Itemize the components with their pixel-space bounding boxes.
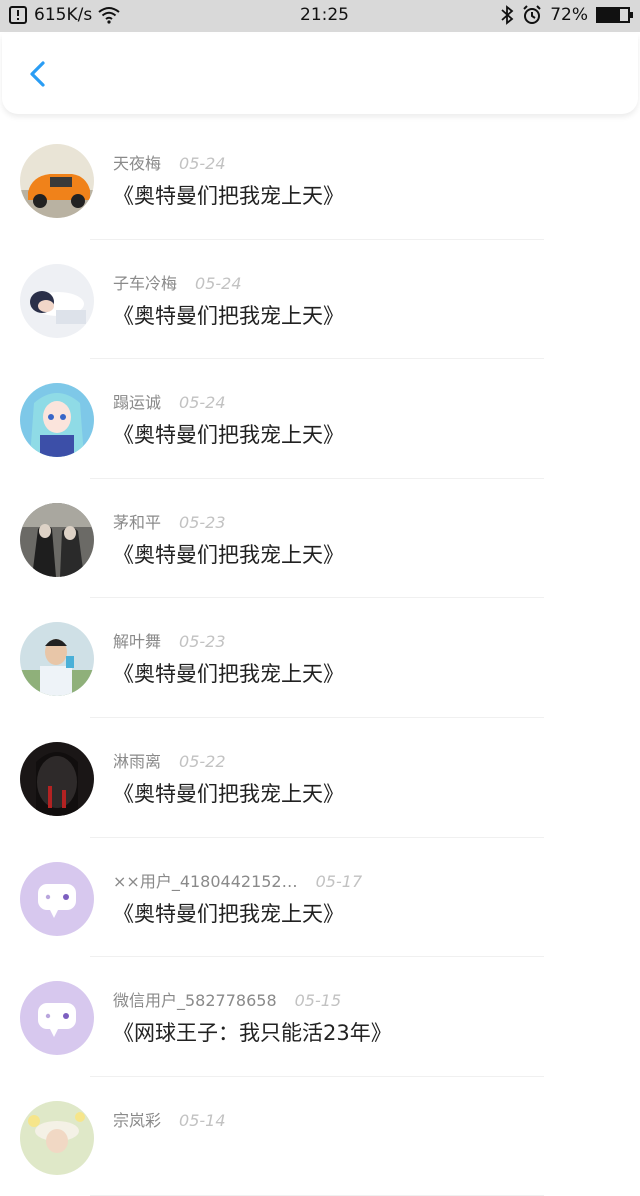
comment-meta: 茅和平 05-23 — [113, 509, 226, 533]
bluetooth-icon — [501, 5, 514, 25]
battery-percent: 72% — [550, 5, 588, 25]
book-title[interactable]: 《奥特曼们把我宠上天》 — [113, 778, 344, 808]
comment-meta: 宗岚彩 05-14 — [113, 1107, 226, 1131]
book-title[interactable]: 《奥特曼们把我宠上天》 — [113, 180, 344, 210]
user-name[interactable]: 微信用户_582778658 — [113, 991, 277, 1010]
avatar[interactable] — [20, 144, 94, 218]
top-nav — [2, 34, 638, 114]
book-title[interactable]: 《网球王子：我只能活23年》 — [113, 1017, 392, 1047]
user-name[interactable]: 子车冷梅 — [113, 274, 177, 293]
comment-date: 05-17 — [315, 871, 363, 891]
comment-item[interactable]: ××用户_4180442152… 05-17 《奥特曼们把我宠上天》 — [0, 838, 640, 958]
battery-icon — [596, 7, 633, 23]
comment-date: 05-24 — [195, 273, 242, 293]
user-name[interactable]: 淋雨离 — [113, 752, 161, 771]
clock: 21:25 — [300, 5, 349, 25]
alarm-icon — [523, 5, 541, 24]
comment-meta: 子车冷梅 05-24 — [113, 270, 242, 294]
comment-meta: 淋雨离 05-22 — [113, 748, 226, 772]
book-title[interactable]: 《奥特曼们把我宠上天》 — [113, 300, 344, 330]
user-name[interactable]: 天夜梅 — [113, 154, 161, 173]
avatar[interactable] — [20, 741, 94, 816]
comment-date: 05-15 — [294, 991, 342, 1011]
comment-meta: 蹋运诚 05-24 — [113, 389, 226, 413]
comment-date: 05-22 — [179, 751, 226, 771]
comment-item[interactable]: 解叶舞 05-23 《奥特曼们把我宠上天》 — [0, 598, 640, 718]
comment-meta: 解叶舞 05-23 — [113, 628, 226, 652]
comment-date: 05-23 — [179, 632, 226, 652]
network-speed: 615K/s — [34, 5, 93, 25]
avatar[interactable] — [20, 981, 94, 1056]
user-name[interactable]: ××用户_4180442152… — [113, 872, 298, 891]
back-button[interactable] — [22, 58, 54, 90]
wifi-icon — [98, 7, 120, 24]
comment-item[interactable]: 蹋运诚 05-24 《奥特曼们把我宠上天》 — [0, 359, 640, 479]
book-title[interactable]: 《奥特曼们把我宠上天》 — [113, 658, 344, 688]
status-left: 615K/s — [8, 5, 120, 25]
comment-item[interactable]: 淋雨离 05-22 《奥特曼们把我宠上天》 — [0, 718, 640, 838]
comment-date: 05-14 — [179, 1110, 226, 1130]
avatar[interactable] — [20, 502, 94, 577]
comment-meta: 天夜梅 05-24 — [113, 150, 226, 174]
user-name[interactable]: 蹋运诚 — [113, 393, 161, 412]
comment-meta: ××用户_4180442152… 05-17 — [113, 868, 362, 892]
avatar[interactable] — [20, 861, 94, 936]
comment-date: 05-24 — [179, 154, 226, 173]
book-title[interactable]: 《奥特曼们把我宠上天》 — [113, 419, 344, 449]
book-title[interactable]: 《奥特曼们把我宠上天》 — [113, 539, 344, 569]
avatar[interactable] — [20, 263, 94, 338]
comment-item[interactable]: 宗岚彩 05-14 — [0, 1077, 640, 1196]
battery-level — [598, 9, 620, 21]
comment-list: 天夜梅 05-24 《奥特曼们把我宠上天》 子车冷梅 05-24 《奥特曼们把我宠上天》蹋… — [0, 120, 640, 1196]
avatar[interactable] — [20, 383, 94, 458]
status-right: 72% — [500, 5, 633, 25]
user-name[interactable]: 宗岚彩 — [113, 1111, 161, 1130]
user-name[interactable]: 解叶舞 — [113, 632, 161, 651]
comment-meta: 微信用户_582778658 05-15 — [113, 987, 341, 1011]
user-name[interactable]: 茅和平 — [113, 513, 161, 532]
comment-date: 05-23 — [179, 512, 226, 532]
notification-icon — [9, 6, 27, 24]
comment-item[interactable]: 茅和平 05-23 《奥特曼们把我宠上天》 — [0, 479, 640, 599]
book-title[interactable]: 《奥特曼们把我宠上天》 — [113, 898, 344, 928]
chevron-left-icon — [30, 61, 45, 87]
status-bar: 615K/s 21:25 72% — [0, 0, 640, 32]
comment-item[interactable]: 天夜梅 05-24 《奥特曼们把我宠上天》 — [0, 120, 640, 240]
comment-date: 05-24 — [179, 393, 226, 413]
comment-item[interactable]: 子车冷梅 05-24 《奥特曼们把我宠上天》 — [0, 240, 640, 360]
comment-item[interactable]: 微信用户_582778658 05-15 《网球王子：我只能活23年》 — [0, 957, 640, 1077]
avatar[interactable] — [20, 622, 94, 697]
